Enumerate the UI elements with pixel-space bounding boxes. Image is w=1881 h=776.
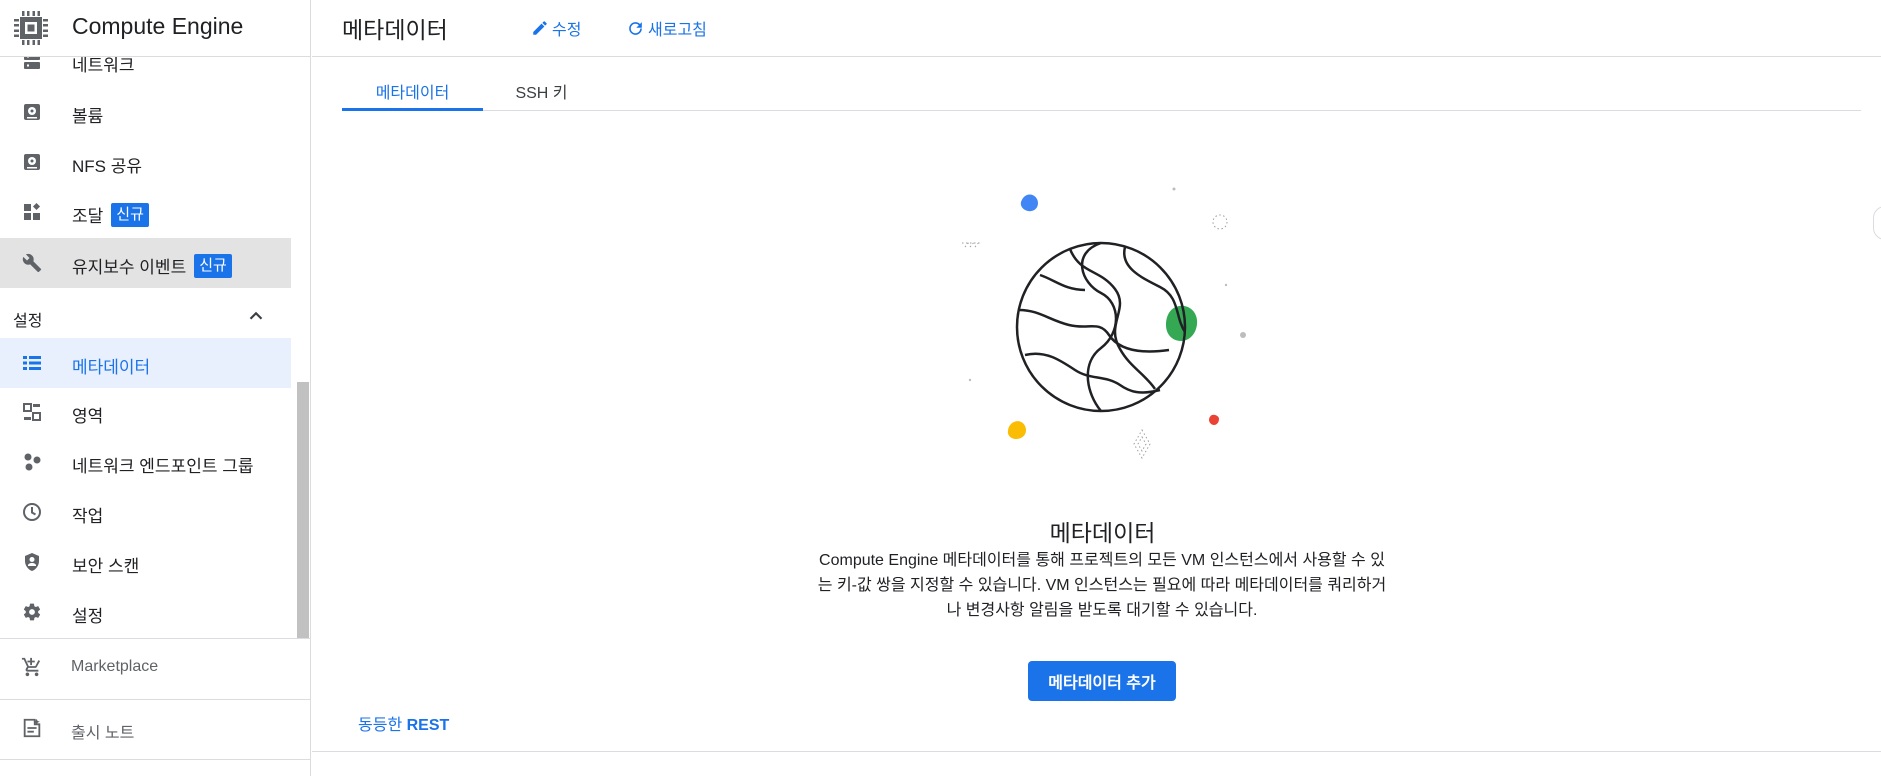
rest-link-bold: REST xyxy=(406,717,450,734)
wrench-icon xyxy=(21,252,43,274)
sidebar-item-label: 영역 xyxy=(72,407,104,426)
sidebar-item-procurement[interactable]: 조달 신규 xyxy=(0,187,291,237)
sidebar-item-label: 네트워크 엔드포인트 그룹 xyxy=(72,457,254,476)
sidebar-item-settings[interactable]: 설정 xyxy=(0,587,291,637)
tab-metadata[interactable]: 메타데이터 xyxy=(342,67,483,111)
settings-section-header[interactable]: 설정 xyxy=(0,295,291,337)
sidebar-item-label: 설정 xyxy=(72,607,104,626)
add-metadata-button[interactable]: 메타데이터 추가 xyxy=(1028,661,1176,701)
app-header: Compute Engine xyxy=(0,0,310,57)
sidebar-item-label: NFS 공유 xyxy=(72,157,143,176)
rest-link-prefix: 동등한 xyxy=(358,717,407,734)
page-title: 메타데이터 xyxy=(342,17,448,43)
sidebar-item-label: 유지보수 이벤트 xyxy=(72,258,187,277)
sidebar-item-maintenance-events[interactable]: 유지보수 이벤트 신규 xyxy=(0,238,291,288)
sidebar: 네트워크 볼륨 NFS 공유 조달 신규 유지보수 이벤트 신규 설정 메타데이… xyxy=(0,0,311,776)
gear-icon xyxy=(21,601,43,623)
disk-icon xyxy=(21,101,43,123)
footer-divider xyxy=(312,751,1881,752)
chip-icon[interactable] xyxy=(11,8,51,48)
app-title: Compute Engine xyxy=(72,13,244,39)
side-panel-toggle[interactable] xyxy=(1873,206,1881,240)
sidebar-item-zones[interactable]: 영역 xyxy=(0,387,291,437)
sidebar-item-marketplace[interactable]: Marketplace xyxy=(0,639,310,697)
sidebar-item-volumes[interactable]: 볼륨 xyxy=(0,87,291,137)
notes-icon xyxy=(21,717,43,739)
equivalent-rest-link[interactable]: 동등한 REST xyxy=(358,711,449,735)
shield-icon xyxy=(21,551,43,573)
sidebar-item-label: 출시 노트 xyxy=(71,725,135,742)
tab-ssh-keys[interactable]: SSH 키 xyxy=(483,67,600,111)
sidebar-item-release-notes[interactable]: 출시 노트 xyxy=(0,700,310,758)
sidebar-item-nfs[interactable]: NFS 공유 xyxy=(0,137,291,187)
tab-bar: 메타데이터 SSH 키 xyxy=(342,67,1861,111)
dots xyxy=(968,187,1246,382)
red-blob xyxy=(1209,414,1219,425)
pencil-icon xyxy=(533,21,547,35)
blue-blob xyxy=(1020,194,1038,212)
chevron-up-icon[interactable] xyxy=(245,305,267,327)
sidebar-item-label: 볼륨 xyxy=(72,107,104,126)
new-badge: 신규 xyxy=(111,202,149,227)
zones-icon xyxy=(21,401,43,423)
sidebar-scrollbar[interactable] xyxy=(297,382,309,638)
list-icon xyxy=(21,352,43,374)
new-badge: 신규 xyxy=(194,253,232,278)
refresh-icon xyxy=(629,21,642,35)
yellow-blob xyxy=(1007,421,1026,439)
sidebar-item-label: 조달 xyxy=(72,207,104,226)
widgets-icon xyxy=(21,201,43,223)
edit-button[interactable]: 수정 xyxy=(531,16,581,40)
disk-icon xyxy=(21,151,43,173)
page-header: 메타데이터 수정 새로고침 xyxy=(312,0,1881,57)
refresh-label: 새로고침 xyxy=(648,22,707,39)
dots-cluster-icon xyxy=(21,451,43,473)
sidebar-item-label: Marketplace xyxy=(71,658,159,675)
sidebar-item-metadata[interactable]: 메타데이터 xyxy=(0,338,291,388)
sidebar-item-label: 보안 스캔 xyxy=(72,557,140,576)
divider xyxy=(0,759,310,760)
refresh-button[interactable]: 새로고침 xyxy=(626,16,707,40)
section-title: 설정 xyxy=(13,313,43,330)
metadata-globe-illustration xyxy=(962,187,1246,460)
sidebar-item-network-endpoint-groups[interactable]: 네트워크 엔드포인트 그룹 xyxy=(0,437,291,487)
sidebar-item-label: 메타데이터 xyxy=(72,358,151,377)
empty-state-description: Compute Engine 메타데이터를 통해 프로젝트의 모든 VM 인스턴… xyxy=(817,552,1387,619)
cart-icon xyxy=(21,656,43,678)
empty-state-title: 메타데이터 xyxy=(1049,520,1156,546)
edit-label: 수정 xyxy=(552,22,582,39)
